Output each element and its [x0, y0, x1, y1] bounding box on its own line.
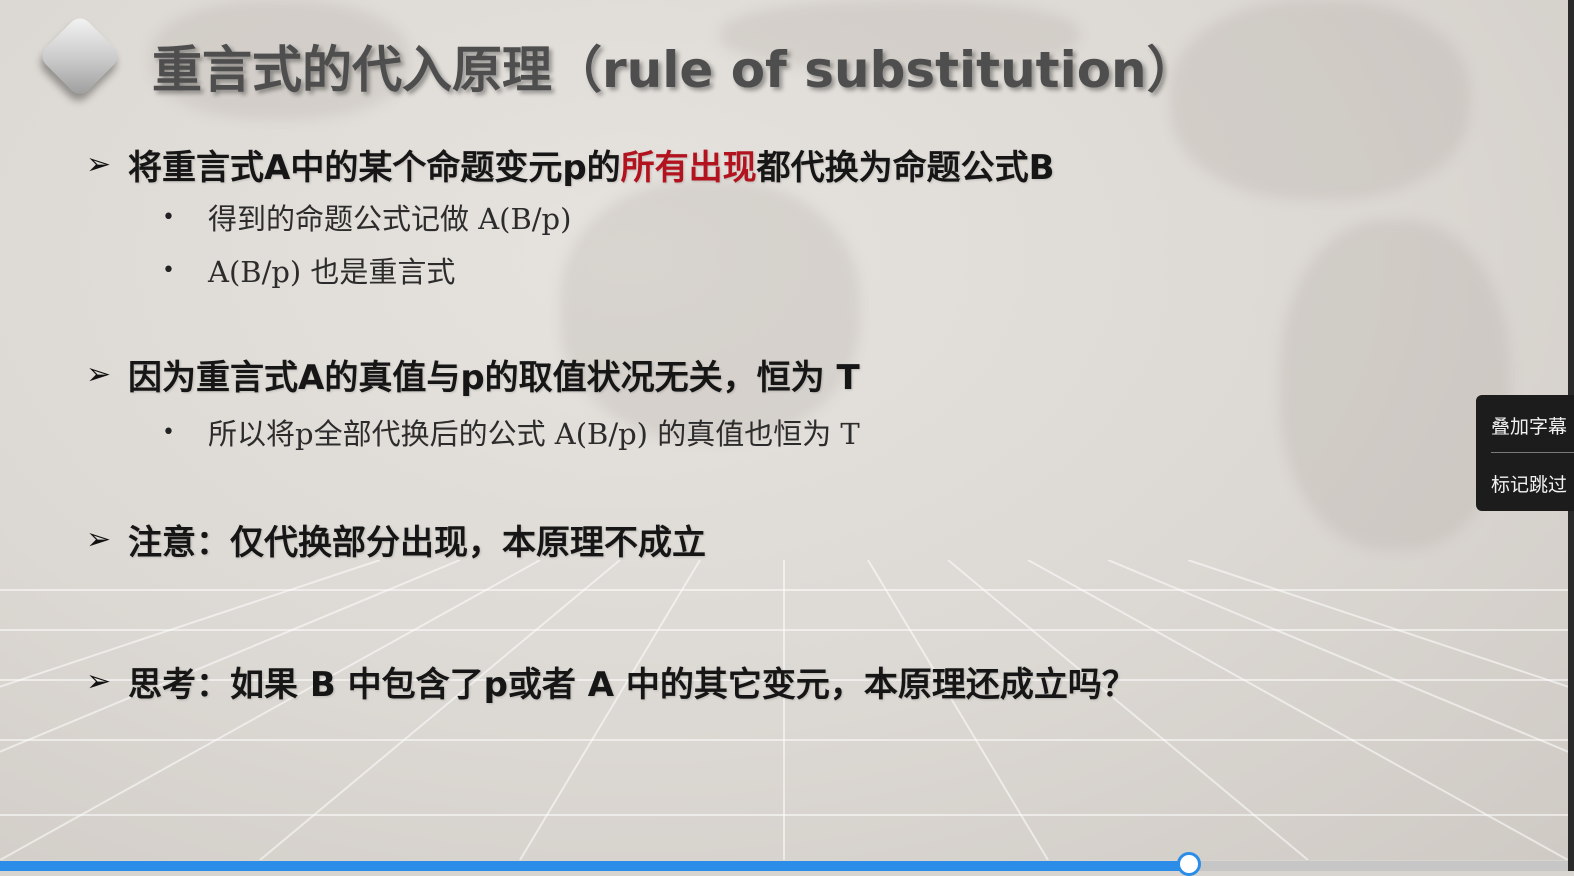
side-menu: 叠加字幕 标记跳过 [1476, 395, 1574, 511]
video-progress-handle[interactable] [1177, 852, 1201, 876]
bullet-text-post: 都代换为命题公式B [756, 148, 1055, 188]
bullet-substitution: ➢ 将重言式A中的某个命题变元p的所有出现都代换为命题公式B [86, 140, 1055, 189]
sub-bullet-text: A(B/p) 也是重言式 [208, 255, 456, 289]
map-background [560, 180, 860, 440]
bullet-note: ➢ 注意：仅代换部分出现，本原理不成立 [86, 515, 706, 564]
menu-divider [1491, 452, 1574, 453]
sub-bullet: • A(B/p) 也是重言式 [162, 249, 455, 291]
bullet-arrow-icon: ➢ [86, 147, 112, 182]
title-diamond-icon [37, 13, 123, 99]
sub-bullet-text: 得到的命题公式记做 A(B/p) [208, 202, 572, 236]
sub-bullet-dot-icon: • [162, 257, 175, 283]
overlay-subtitle-button[interactable]: 叠加字幕 [1491, 412, 1567, 439]
bullet-arrow-icon: ➢ [86, 664, 112, 699]
bullet-arrow-icon: ➢ [86, 522, 112, 557]
sub-bullet: • 所以将p全部代换后的公式 A(B/p) 的真值也恒为 T [162, 411, 860, 453]
slide: 重言式的代入原理（rule of substitution） ➢ 将重言式A中的… [0, 0, 1568, 860]
sub-bullet: • 得到的命题公式记做 A(B/p) [162, 196, 571, 238]
video-progress-fill [0, 861, 1189, 871]
floor-grid [0, 560, 1568, 860]
bullet-text: 注意：仅代换部分出现，本原理不成立 [128, 523, 706, 563]
mark-skip-button[interactable]: 标记跳过 [1491, 470, 1567, 497]
sub-bullet-text: 所以将p全部代换后的公式 A(B/p) 的真值也恒为 T [208, 417, 860, 451]
bullet-highlight: 所有出现 [620, 148, 757, 188]
bullet-text-pre: 将重言式A中的某个命题变元p的 [128, 148, 621, 188]
bullet-text: 思考：如果 B 中包含了p或者 A 中的其它变元，本原理还成立吗？ [128, 665, 1136, 705]
bullet-text: 将重言式A中的某个命题变元p的所有出现都代换为命题公式B [128, 140, 1055, 189]
bullet-text: 因为重言式A的真值与p的取值状况无关，恒为 T [128, 358, 860, 398]
bullet-think: ➢ 思考：如果 B 中包含了p或者 A 中的其它变元，本原理还成立吗？ [86, 657, 1136, 706]
bullet-truth-value: ➢ 因为重言式A的真值与p的取值状况无关，恒为 T [86, 350, 860, 399]
slide-title: 重言式的代入原理（rule of substitution） [152, 41, 1197, 99]
sub-bullet-dot-icon: • [162, 419, 175, 445]
bullet-arrow-icon: ➢ [86, 357, 112, 392]
sub-bullet-dot-icon: • [162, 204, 175, 230]
map-background [1170, 0, 1470, 200]
